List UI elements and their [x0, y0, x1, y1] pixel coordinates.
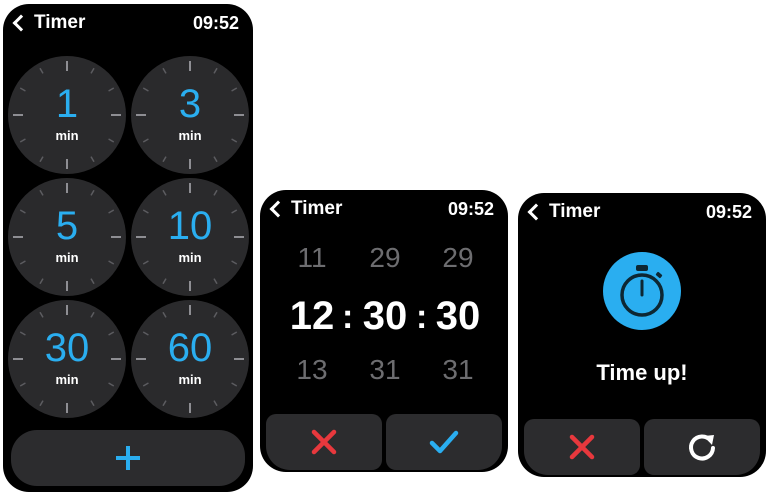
dial-tick	[39, 67, 44, 74]
dial-tick	[39, 278, 44, 285]
time-separator: :	[416, 298, 428, 336]
dial-tick	[213, 67, 218, 74]
dial-tick	[213, 278, 218, 285]
dial-tick	[90, 156, 95, 163]
back-button[interactable]: Timer	[527, 201, 601, 223]
status-time: 09:52	[192, 13, 239, 33]
preset-unit: min	[178, 128, 202, 143]
timer-presets-screen: Timer 09:52 1 min 3 min 5 min 10 min 30 …	[3, 4, 253, 492]
preset-value: 1	[55, 82, 79, 126]
close-icon	[569, 434, 595, 460]
dial-tick	[90, 67, 95, 74]
dial-tick	[162, 311, 167, 318]
seconds-below: 31	[442, 354, 474, 385]
minutes-selected: 30	[362, 294, 408, 338]
chevron-left-icon	[12, 14, 30, 32]
dial-tick	[213, 311, 218, 318]
cancel-button[interactable]	[266, 414, 382, 470]
preset-value: 10	[167, 204, 213, 248]
close-icon	[311, 429, 337, 455]
status-bar: Timer 09:52	[260, 190, 508, 224]
dial-tick	[162, 400, 167, 407]
dial-tick	[39, 156, 44, 163]
chevron-left-icon	[269, 200, 287, 218]
plus-icon	[116, 446, 140, 470]
dial-tick	[162, 278, 167, 285]
dial-tick	[213, 400, 218, 407]
preset-unit: min	[55, 250, 79, 265]
screen-title: Timer	[549, 201, 601, 222]
dial-tick	[90, 400, 95, 407]
timer-finished-screen: Timer 09:52 Time up!	[518, 193, 766, 477]
time-separator: :	[342, 298, 354, 336]
time-up-message: Time up!	[596, 360, 688, 385]
hours-selected: 12	[289, 294, 335, 338]
preset-value: 60	[167, 326, 213, 370]
preset-5-min-dial[interactable]: 5 min	[8, 178, 126, 296]
dial-tick	[213, 156, 218, 163]
dial-tick	[90, 278, 95, 285]
preset-unit: min	[55, 372, 79, 387]
preset-3-min-dial[interactable]: 3 min	[131, 56, 249, 174]
preset-30-min-dial[interactable]: 30 min	[8, 300, 126, 418]
check-icon	[429, 430, 459, 454]
dial-tick	[39, 189, 44, 196]
hours-below: 13	[296, 354, 328, 385]
hours-above: 11	[297, 242, 327, 273]
dial-tick	[90, 311, 95, 318]
dial-tick	[162, 189, 167, 196]
preset-value: 3	[178, 82, 202, 126]
preset-1-min-dial[interactable]: 1 min	[8, 56, 126, 174]
preset-unit: min	[178, 250, 202, 265]
chevron-left-icon	[527, 203, 545, 221]
dial-tick	[90, 189, 95, 196]
screen-title: Timer	[291, 198, 343, 219]
back-button[interactable]: Timer	[269, 198, 343, 220]
preset-unit: min	[178, 372, 202, 387]
screen-title: Timer	[34, 12, 86, 33]
dial-tick	[162, 156, 167, 163]
restart-button[interactable]	[644, 419, 760, 475]
dial-tick	[39, 311, 44, 318]
seconds-selected: 30	[435, 294, 481, 338]
status-time: 09:52	[447, 199, 494, 219]
add-timer-button[interactable]	[11, 430, 245, 486]
preset-60-min-dial[interactable]: 60 min	[131, 300, 249, 418]
dial-tick	[213, 189, 218, 196]
status-bar: Timer 09:52	[3, 4, 253, 38]
minutes-below: 31	[369, 354, 401, 385]
confirm-button[interactable]	[386, 414, 502, 470]
restart-icon	[689, 434, 715, 461]
back-button[interactable]: Timer	[12, 12, 86, 34]
minutes-above: 29	[369, 242, 401, 273]
status-time: 09:52	[705, 202, 752, 222]
preset-value: 5	[55, 204, 79, 248]
seconds-above: 29	[442, 242, 474, 273]
status-bar: Timer 09:52	[518, 193, 766, 227]
stopwatch-icon	[603, 252, 681, 330]
preset-10-min-dial[interactable]: 10 min	[131, 178, 249, 296]
dial-tick	[39, 400, 44, 407]
dial-tick	[162, 67, 167, 74]
preset-unit: min	[55, 128, 79, 143]
dismiss-button[interactable]	[524, 419, 640, 475]
timer-picker-screen: Timer 09:52 11 12 13 : 29 30 31 : 29 30 …	[260, 190, 508, 472]
preset-value: 30	[44, 326, 90, 370]
